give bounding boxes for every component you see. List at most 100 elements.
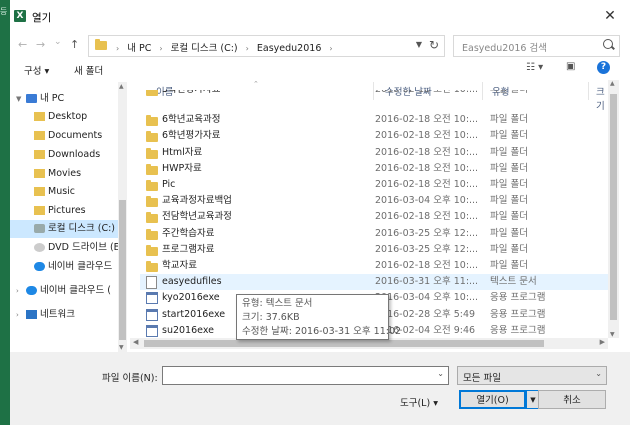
- column-header-size[interactable]: 크기: [596, 84, 608, 112]
- folder-icon: [146, 261, 158, 272]
- pc-icon: [26, 94, 37, 103]
- sidebar-item-desktop[interactable]: Desktop: [34, 108, 87, 126]
- file-type: 파일 폴더: [490, 146, 528, 158]
- file-name: 학교자료: [162, 260, 197, 271]
- file-type: 텍스트 문서: [490, 276, 537, 288]
- sort-ascending-icon: ⌃: [253, 80, 259, 88]
- file-type: 파일 폴더: [490, 114, 528, 126]
- title-bar: X 열기 ✕: [10, 0, 630, 32]
- file-type: 파일 폴더: [490, 211, 528, 223]
- folder-icon: [146, 244, 158, 256]
- network-icon: [26, 310, 37, 319]
- view-options-icon[interactable]: ☷ ▾: [526, 62, 543, 73]
- breadcrumb-folder[interactable]: Easyedu2016: [257, 43, 321, 54]
- folder-icon: [95, 39, 107, 50]
- new-folder-button[interactable]: 새 폴더: [74, 63, 103, 77]
- nav-pane-scrollbar[interactable]: ▲ ▼: [118, 82, 127, 352]
- filetype-select[interactable]: 모든 파일 ⌄: [457, 366, 607, 385]
- file-name: Pic: [162, 179, 176, 190]
- file-row[interactable]: easyedufiles 2016-03-31 오후 11:... 텍스트 문서: [140, 274, 608, 291]
- search-box[interactable]: Easyedu2016 검색: [453, 35, 620, 57]
- file-row[interactable]: 프로그램자료 2016-03-25 오후 12:... 파일 폴더: [140, 242, 608, 258]
- sidebar-item-local-disk[interactable]: 로컬 디스크 (C:): [10, 220, 118, 238]
- sidebar-item-pictures[interactable]: Pictures: [34, 202, 86, 220]
- file-date: 2016-03-25 오후 12:...: [375, 227, 479, 239]
- file-type: 응용 프로그램: [490, 324, 546, 336]
- sidebar-item-naver-cloud[interactable]: 네이버 클라우드: [34, 258, 112, 276]
- application-icon: [146, 292, 158, 305]
- scroll-right-icon[interactable]: ▶: [600, 338, 605, 346]
- file-name: Html자료: [162, 146, 203, 158]
- tools-button[interactable]: 도구(L) ▾: [400, 395, 438, 409]
- file-row[interactable]: 6학년교육과정 2016-02-18 오전 10:... 파일 폴더: [140, 112, 608, 128]
- navigation-pane: ▼ 내 PC Desktop Documents Downloads Movie…: [10, 82, 118, 352]
- breadcrumb-pc[interactable]: 내 PC: [127, 43, 151, 54]
- folder-icon: [34, 131, 45, 140]
- expand-chevron-icon[interactable]: ›: [16, 306, 19, 324]
- file-list-scrollbar[interactable]: ▲ ▼: [608, 80, 619, 338]
- sidebar-item-movies[interactable]: Movies: [34, 165, 81, 183]
- folder-icon: [146, 228, 158, 240]
- file-row[interactable]: Pic 2016-02-18 오전 10:... 파일 폴더: [140, 177, 608, 193]
- organize-button[interactable]: 구성 ▾: [24, 63, 49, 77]
- file-name: 6학년교육과정: [162, 114, 221, 126]
- disk-icon: [34, 224, 45, 233]
- sidebar-item-music[interactable]: Music: [34, 183, 75, 201]
- scroll-down-icon[interactable]: ▼: [610, 331, 615, 338]
- back-button[interactable]: ←: [18, 38, 27, 51]
- file-date: 2016-02-18 오전 10:...: [375, 114, 479, 126]
- text-file-icon: [146, 276, 157, 290]
- excel-background-strip: 등: [0, 0, 10, 425]
- chevron-down-icon: ⌄: [595, 369, 602, 378]
- file-row[interactable]: 전담학년교육과정 2016-02-18 오전 10:... 파일 폴더: [140, 209, 608, 225]
- folder-icon: [34, 187, 45, 196]
- chevron-down-icon[interactable]: ⌄: [437, 369, 444, 378]
- application-icon: [146, 308, 158, 321]
- up-button[interactable]: ↑: [70, 38, 79, 51]
- open-button[interactable]: 열기(O): [459, 390, 526, 409]
- refresh-icon[interactable]: ↻: [429, 38, 439, 52]
- filename-input[interactable]: ⌄: [162, 366, 449, 385]
- scroll-thumb[interactable]: [610, 94, 617, 320]
- address-bar[interactable]: › 내 PC › 로컬 디스크 (C:) › Easyedu2016 › ▼ ↻: [88, 35, 445, 57]
- breadcrumb-drive[interactable]: 로컬 디스크 (C:): [171, 43, 238, 54]
- file-name: 6학년평가자료: [162, 130, 221, 142]
- expand-chevron-icon[interactable]: ›: [16, 282, 19, 300]
- scroll-up-icon[interactable]: ▲: [119, 83, 124, 90]
- file-row[interactable]: 주간학습자료 2016-03-25 오후 12:... 파일 폴더: [140, 226, 608, 242]
- close-button[interactable]: ✕: [590, 0, 630, 32]
- breadcrumb: › 내 PC › 로컬 디스크 (C:) › Easyedu2016 ›: [116, 43, 333, 54]
- file-row[interactable]: Html자료 2016-02-18 오전 10:... 파일 폴더: [140, 145, 608, 161]
- forward-button[interactable]: →: [36, 38, 45, 51]
- file-row[interactable]: 교육과정자료백업 2016-03-04 오후 10:... 파일 폴더: [140, 193, 608, 209]
- expand-chevron-icon[interactable]: ▼: [16, 90, 21, 108]
- file-row[interactable]: 6학년평가자료 2016-02-18 오전 10:... 파일 폴더: [140, 128, 608, 144]
- scroll-thumb[interactable]: [144, 340, 544, 347]
- address-dropdown-icon[interactable]: ▼: [416, 40, 422, 49]
- file-type: 파일 폴더: [490, 243, 528, 255]
- file-name: HWP자료: [162, 162, 202, 174]
- file-date: 2016-02-18 오전 10:...: [375, 162, 479, 174]
- preview-pane-icon[interactable]: ▣: [566, 61, 575, 72]
- file-row[interactable]: HWP자료 2016-02-18 오전 10:... 파일 폴더: [140, 161, 608, 177]
- scroll-down-icon[interactable]: ▼: [119, 344, 124, 351]
- file-row[interactable]: 학교자료 2016-02-18 오전 10:... 파일 폴더: [140, 258, 608, 274]
- search-placeholder: Easyedu2016 검색: [462, 43, 547, 54]
- open-file-dialog: X 열기 ✕ ← → ⌄ ↑ › 내 PC › 로컬 디스크 (C:) › Ea…: [10, 0, 630, 425]
- scroll-thumb[interactable]: [119, 200, 126, 340]
- file-type: 응용 프로그램: [490, 308, 546, 320]
- dialog-title: 열기: [32, 12, 52, 24]
- sidebar-item-dvd[interactable]: DVD 드라이브 (E: [34, 239, 118, 257]
- sidebar-item-downloads[interactable]: Downloads: [34, 146, 100, 164]
- sidebar-item-documents[interactable]: Documents: [34, 127, 102, 145]
- file-name: 주간학습자료: [162, 227, 215, 239]
- cancel-button[interactable]: 취소: [538, 390, 606, 409]
- file-type: 파일 폴더: [490, 130, 528, 142]
- cloud-icon: [26, 286, 37, 295]
- help-icon[interactable]: ?: [597, 61, 610, 74]
- file-row[interactable]: 5학년평가자료 2016-02-18 오전 10:... 파일 폴더: [140, 90, 608, 98]
- recent-locations-button[interactable]: ⌄: [54, 37, 62, 47]
- file-type: 파일 폴더: [490, 195, 528, 207]
- scroll-up-icon[interactable]: ▲: [610, 80, 615, 87]
- scroll-left-icon[interactable]: ◀: [133, 338, 138, 346]
